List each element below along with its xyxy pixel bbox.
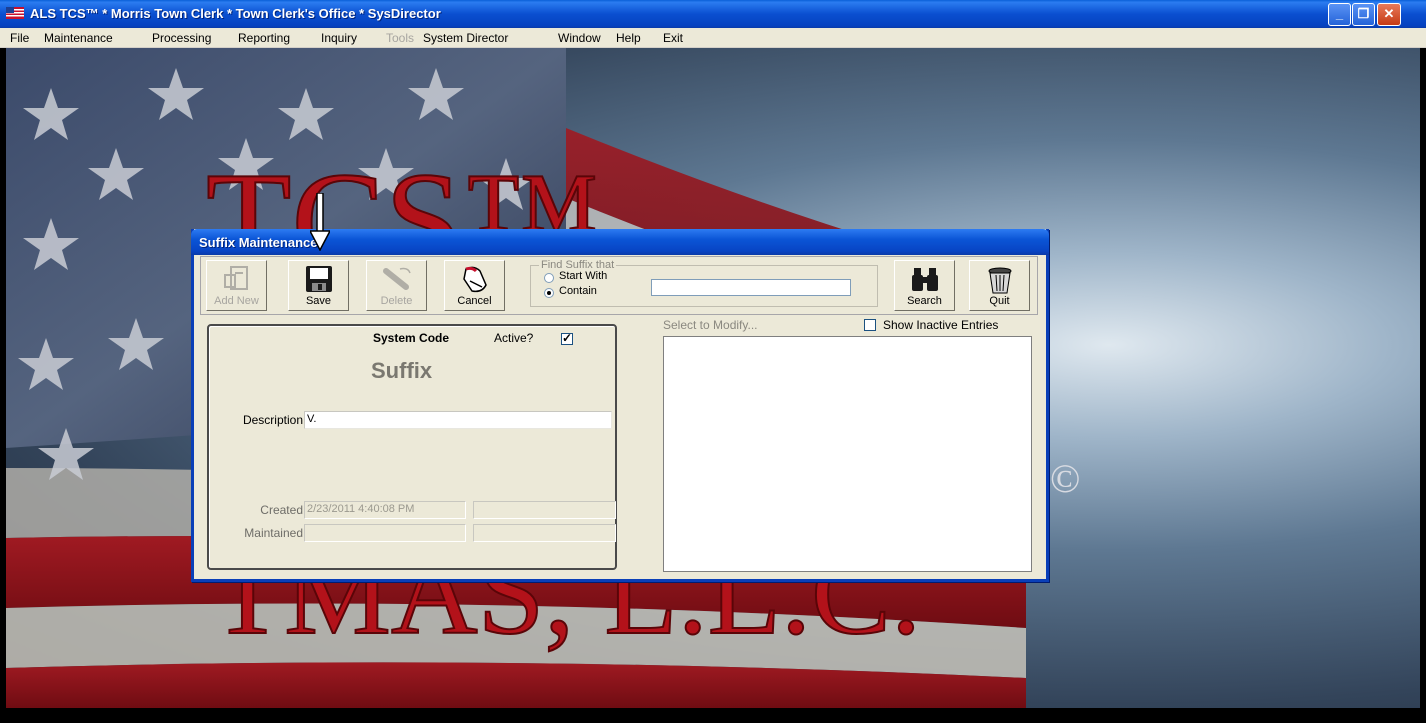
active-checkbox[interactable] xyxy=(561,331,573,345)
menu-tools: Tools xyxy=(386,31,415,45)
floppy-disk-icon xyxy=(305,266,332,292)
copyright-symbol: © xyxy=(1050,456,1080,501)
frame-bottom xyxy=(0,708,1426,723)
add-new-icon xyxy=(223,266,248,290)
close-button[interactable]: ✕ xyxy=(1377,3,1401,26)
menu-maintenance[interactable]: Maintenance xyxy=(44,31,113,45)
us-flag-icon xyxy=(6,7,24,19)
quit-button[interactable]: Quit xyxy=(969,260,1030,311)
menu-help[interactable]: Help xyxy=(616,31,641,45)
form-heading: Suffix xyxy=(371,358,433,383)
menu-bar: File Maintenance Processing Reporting In… xyxy=(0,28,1426,48)
frame-right xyxy=(1420,48,1426,708)
cancel-hand-icon xyxy=(462,266,487,293)
description-label: Description xyxy=(242,413,303,427)
restore-button[interactable]: ❐ xyxy=(1352,3,1375,26)
save-label: Save xyxy=(305,295,332,307)
dialog-toolbar: Add New Save Delete Cancel Find Suffix t… xyxy=(200,256,1038,315)
minimize-button[interactable]: _ xyxy=(1328,3,1351,26)
description-field[interactable]: V. xyxy=(304,411,612,429)
select-to-modify-label: Select to Modify... xyxy=(663,318,758,332)
maintained-label: Maintained xyxy=(244,526,303,540)
find-suffix-group: Find Suffix that Start With Contain xyxy=(530,259,878,307)
system-code-label: System Code xyxy=(373,331,450,345)
cancel-label: Cancel xyxy=(457,295,492,307)
search-button[interactable]: Search xyxy=(894,260,955,311)
created-label: Created xyxy=(260,503,303,517)
menu-file[interactable]: File xyxy=(10,31,29,45)
save-button[interactable]: Save xyxy=(288,260,349,311)
add-new-button: Add New xyxy=(206,260,267,311)
search-label: Search xyxy=(907,295,942,307)
show-inactive-checkbox[interactable] xyxy=(864,319,876,331)
show-inactive-label: Show Inactive Entries xyxy=(883,318,999,332)
suffix-maintenance-dialog: Suffix Maintenance Add New Save Delete C… xyxy=(191,229,1049,582)
eraser-icon xyxy=(382,267,411,290)
delete-button: Delete xyxy=(366,260,427,311)
active-label: Active? xyxy=(494,331,534,345)
window-title-bar: ALS TCS™ * Morris Town Clerk * Town Cler… xyxy=(0,0,1426,28)
trash-can-icon xyxy=(988,267,1011,294)
menu-system-director[interactable]: System Director xyxy=(423,31,508,45)
down-arrow-icon xyxy=(310,193,330,251)
maintained-date-field xyxy=(304,524,466,542)
menu-window[interactable]: Window xyxy=(558,31,601,45)
start-with-label: Start With xyxy=(559,270,608,282)
created-date-field: 2/23/2011 4:40:08 PM xyxy=(304,501,466,519)
delete-label: Delete xyxy=(380,295,413,307)
menu-exit[interactable]: Exit xyxy=(663,31,683,45)
menu-inquiry[interactable]: Inquiry xyxy=(321,31,357,45)
maintained-by-field xyxy=(473,524,616,542)
binoculars-icon xyxy=(911,268,938,291)
created-by-field xyxy=(473,501,616,519)
contain-radio[interactable] xyxy=(544,288,554,298)
suffix-form-panel: System Code Active? Suffix Description V… xyxy=(207,324,617,570)
menu-processing[interactable]: Processing xyxy=(152,31,211,45)
contain-label: Contain xyxy=(559,285,597,297)
cancel-button[interactable]: Cancel xyxy=(444,260,505,311)
add-new-label: Add New xyxy=(214,295,259,307)
start-with-radio[interactable] xyxy=(544,273,554,283)
entries-list[interactable] xyxy=(663,336,1032,572)
window-title: ALS TCS™ * Morris Town Clerk * Town Cler… xyxy=(30,6,441,21)
dialog-title: Suffix Maintenance xyxy=(199,235,318,250)
menu-reporting[interactable]: Reporting xyxy=(238,31,290,45)
find-suffix-input[interactable] xyxy=(651,279,851,296)
quit-label: Quit xyxy=(989,295,1010,307)
